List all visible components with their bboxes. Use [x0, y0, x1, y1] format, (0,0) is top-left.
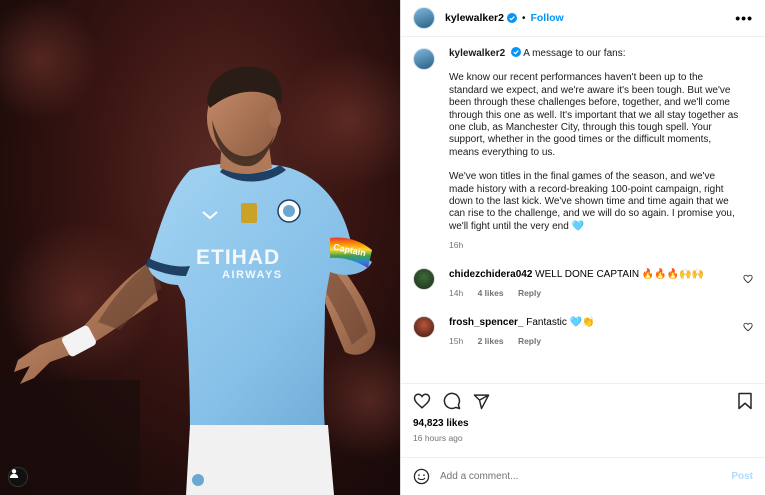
caption: kylewalker2 A message to our fans: We kn…: [413, 47, 753, 252]
comments-list: kylewalker2 A message to our fans: We kn…: [401, 47, 765, 348]
comment-composer: Post: [401, 457, 765, 495]
verified-badge-icon: [506, 13, 517, 23]
comment-meta: 15h 2 likes Reply: [449, 335, 595, 348]
user-tag-icon: [9, 469, 19, 478]
caption-body: kylewalker2 A message to our fans: We kn…: [449, 47, 739, 252]
comment-input[interactable]: [440, 471, 732, 482]
commenter-username[interactable]: chidezchidera042: [449, 269, 532, 280]
commenter-avatar[interactable]: [413, 267, 435, 290]
comment-body: frosh_spencer_ Fantastic 🩵👏 15h 2 likes …: [449, 316, 595, 348]
post-timestamp[interactable]: 16 hours ago: [413, 433, 753, 443]
commenter-avatar[interactable]: [413, 315, 435, 338]
verified-badge-icon: [510, 47, 521, 57]
comment-item: chidezchidera042 WELL DONE CAPTAIN 🔥🔥🔥🙌🙌…: [413, 267, 753, 300]
caption-username[interactable]: kylewalker2: [449, 48, 505, 59]
emoji-icon[interactable]: [413, 468, 430, 485]
post-photo[interactable]: Captain ETIHAD AIRWAYS: [0, 0, 400, 495]
comment-likes[interactable]: 2 likes: [478, 336, 504, 346]
reply-button[interactable]: Reply: [518, 336, 541, 346]
comment-meta: 14h 4 likes Reply: [449, 287, 704, 300]
caption-meta: 16h: [449, 239, 739, 251]
post-actions: 94,823 likes 16 hours ago: [401, 383, 765, 462]
likes-count[interactable]: 94,823 likes: [413, 418, 753, 429]
comment-likes[interactable]: 4 likes: [478, 288, 504, 298]
bookmark-icon[interactable]: [737, 392, 753, 410]
author-username[interactable]: kylewalker2: [445, 12, 504, 24]
shirt-sponsor: ETIHAD: [196, 246, 280, 269]
player-illustration: Captain ETIHAD AIRWAYS: [0, 0, 400, 495]
author-avatar[interactable]: [413, 7, 435, 29]
comment-icon[interactable]: [443, 392, 461, 410]
comment-body: chidezchidera042 WELL DONE CAPTAIN 🔥🔥🔥🙌🙌…: [449, 268, 704, 300]
comment-text: Fantastic 🩵👏: [526, 316, 595, 328]
commenter-username[interactable]: frosh_spencer_: [449, 317, 523, 328]
caption-paragraph-1: We know our recent performances haven't …: [449, 72, 739, 158]
comment-item: frosh_spencer_ Fantastic 🩵👏 15h 2 likes …: [413, 315, 753, 348]
comment-text: WELL DONE CAPTAIN 🔥🔥🔥🙌🙌: [535, 268, 705, 280]
comment-time[interactable]: 14h: [449, 288, 463, 298]
reply-button[interactable]: Reply: [518, 288, 541, 298]
more-icon[interactable]: •••: [735, 10, 753, 26]
caption-time[interactable]: 16h: [449, 240, 463, 250]
post-modal: Captain ETIHAD AIRWAYS kylewalker2 • Fol…: [0, 0, 765, 495]
heart-icon[interactable]: [413, 392, 431, 410]
caption-intro: A message to our fans:: [523, 48, 626, 59]
action-icons: [413, 384, 753, 418]
post-comment-button[interactable]: Post: [731, 471, 753, 482]
caption-paragraph-2: We've won titles in the final games of t…: [449, 171, 735, 232]
comment-heart-icon[interactable]: [743, 322, 753, 332]
follow-button[interactable]: Follow: [530, 12, 563, 24]
separator-dot: •: [521, 12, 526, 24]
post-sidebar: kylewalker2 • Follow ••• kylewalker2 A m…: [400, 0, 765, 495]
tagged-users-button[interactable]: [8, 467, 28, 487]
caption-avatar[interactable]: [413, 48, 435, 70]
comment-time[interactable]: 15h: [449, 336, 463, 346]
shirt-sponsor-sub: AIRWAYS: [222, 269, 283, 281]
comment-heart-icon[interactable]: [743, 274, 753, 284]
post-header: kylewalker2 • Follow •••: [401, 0, 765, 37]
share-icon[interactable]: [473, 393, 490, 410]
